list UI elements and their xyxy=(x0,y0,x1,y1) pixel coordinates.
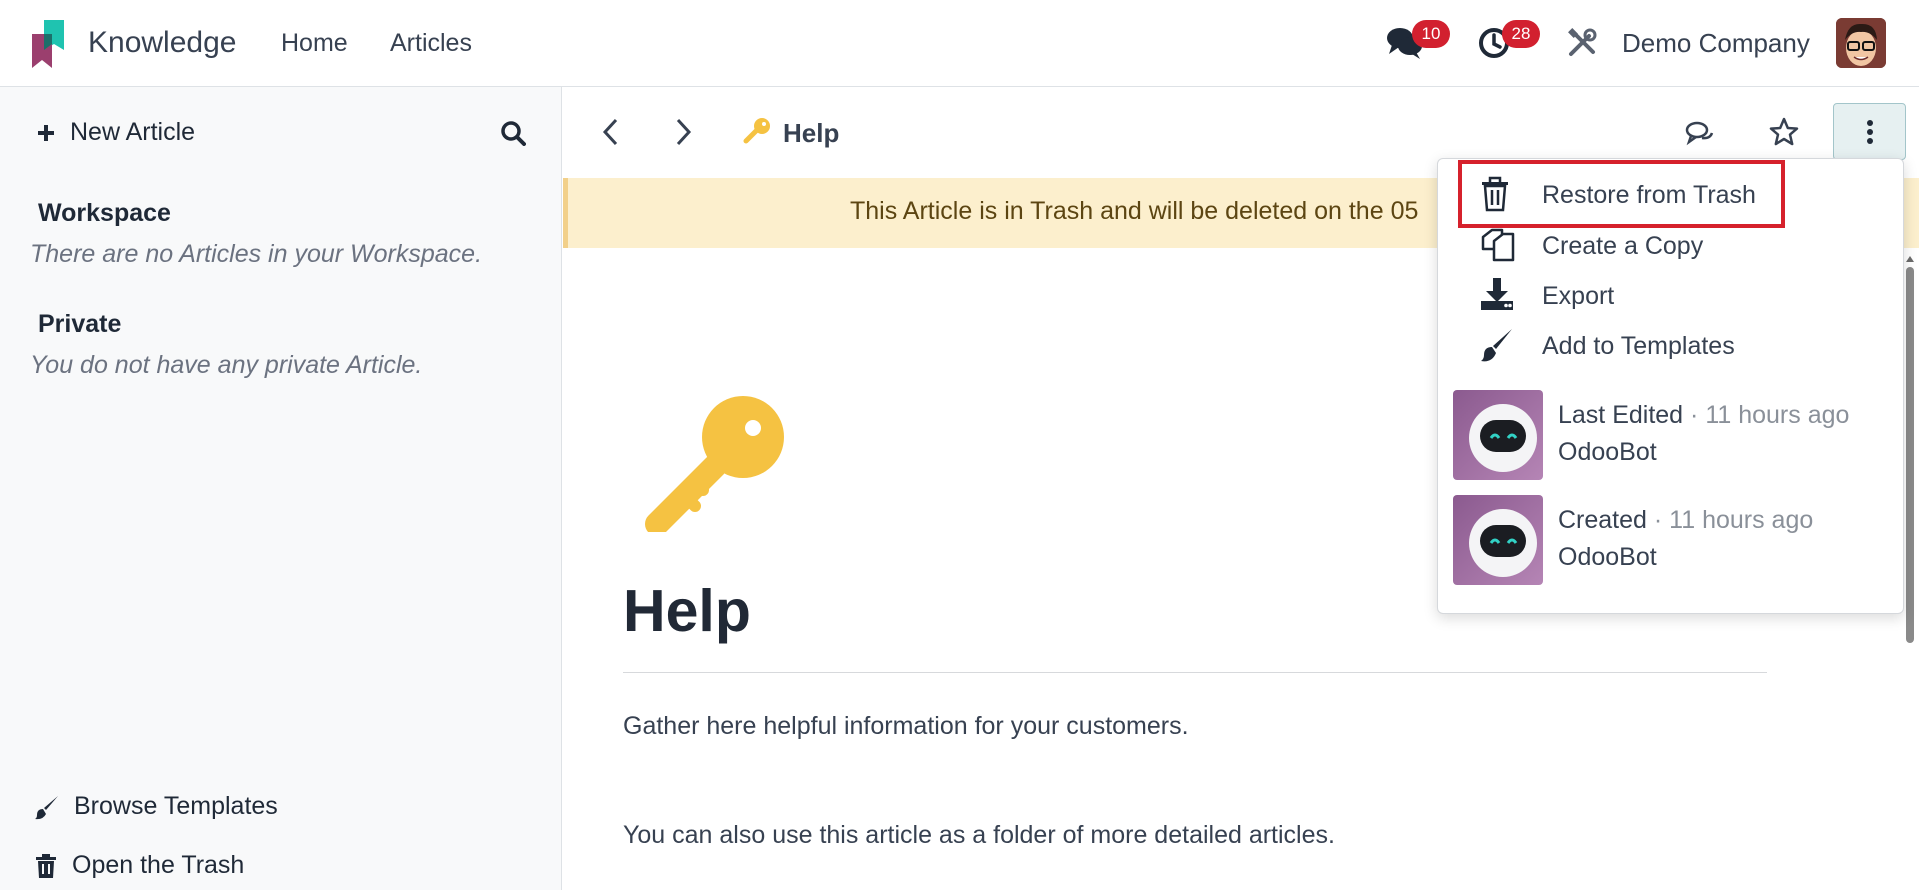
export-label: Export xyxy=(1542,282,1615,310)
new-article-label: New Article xyxy=(70,118,196,146)
create-copy-label: Create a Copy xyxy=(1542,232,1704,260)
chevron-left-icon xyxy=(602,118,618,146)
open-trash-button[interactable]: Open the Trash xyxy=(34,851,244,880)
favorite-button[interactable] xyxy=(1768,116,1800,148)
download-icon xyxy=(1481,278,1513,310)
forward-button[interactable] xyxy=(671,117,695,147)
copy-icon xyxy=(1481,228,1515,262)
article-divider xyxy=(623,672,1767,673)
browse-templates-label: Browse Templates xyxy=(74,792,278,820)
article-paragraph[interactable]: You can also use this article as a folde… xyxy=(623,821,1335,850)
last-edited-user: OdooBot xyxy=(1558,438,1657,466)
menu-articles[interactable]: Articles xyxy=(390,29,472,58)
last-edited-info: Last Edited · 11 hours ago OdooBot xyxy=(1453,390,1893,480)
app-name[interactable]: Knowledge xyxy=(88,26,236,60)
breadcrumb-key-icon xyxy=(743,117,771,145)
brush-icon xyxy=(1481,329,1512,362)
user-avatar[interactable] xyxy=(1836,18,1886,68)
company-switcher[interactable]: Demo Company xyxy=(1622,28,1810,59)
workspace-section-title: Workspace xyxy=(38,199,171,227)
browse-templates-button[interactable]: Browse Templates xyxy=(34,792,278,821)
article-key-icon[interactable] xyxy=(645,396,785,532)
private-empty-text: You do not have any private Article. xyxy=(30,351,423,379)
add-to-templates-label: Add to Templates xyxy=(1542,332,1735,360)
user-avatar-image xyxy=(1836,18,1886,68)
plus-icon xyxy=(38,124,54,141)
chatter-button[interactable] xyxy=(1685,120,1715,146)
private-section-title: Private xyxy=(38,310,122,338)
new-article-button[interactable]: New Article xyxy=(36,118,195,147)
odoobot-avatar xyxy=(1453,390,1543,480)
workspace-empty-text: There are no Articles in your Workspace. xyxy=(30,240,483,268)
brush-icon xyxy=(35,795,58,819)
tools-icon xyxy=(1568,28,1597,56)
star-icon xyxy=(1769,117,1799,146)
search-icon xyxy=(501,121,526,146)
breadcrumb-title[interactable]: Help xyxy=(783,118,839,149)
created-user: OdooBot xyxy=(1558,543,1657,571)
more-actions-dropdown: Restore from Trash Create a Copy Export … xyxy=(1437,158,1904,614)
last-edited-time: 11 hours ago xyxy=(1705,401,1850,429)
last-edited-label: Last Edited xyxy=(1558,401,1684,429)
add-to-templates-item[interactable]: Add to Templates xyxy=(1438,323,1905,369)
back-button[interactable] xyxy=(599,117,623,147)
messages-badge: 10 xyxy=(1412,20,1450,48)
open-trash-label: Open the Trash xyxy=(72,851,245,879)
tools-button[interactable] xyxy=(1567,28,1597,58)
chevron-right-icon xyxy=(676,118,692,146)
created-time: 11 hours ago xyxy=(1669,506,1814,534)
trash-alert-text: This Article is in Trash and will be del… xyxy=(850,197,1419,225)
created-label: Created xyxy=(1558,506,1647,534)
create-copy-item[interactable]: Create a Copy xyxy=(1438,223,1905,269)
comments-icon xyxy=(1685,121,1714,146)
created-info: Created · 11 hours ago OdooBot xyxy=(1453,495,1893,585)
scroll-up-arrow-icon[interactable] xyxy=(1906,255,1914,263)
vertical-ellipsis-icon xyxy=(1867,120,1873,144)
menu-home[interactable]: Home xyxy=(281,29,348,58)
article-paragraph[interactable]: Gather here helpful information for your… xyxy=(623,712,1189,741)
more-actions-button[interactable] xyxy=(1833,103,1906,160)
article-title[interactable]: Help xyxy=(623,577,751,645)
odoobot-avatar xyxy=(1453,495,1543,585)
restore-highlight-box xyxy=(1458,160,1785,228)
sidebar-search-button[interactable] xyxy=(500,120,526,146)
sidebar: New Article Workspace There are no Artic… xyxy=(0,87,562,890)
export-item[interactable]: Export xyxy=(1438,273,1905,319)
top-navbar: Knowledge Home Articles 10 28 Demo Compa… xyxy=(0,0,1919,87)
scrollbar-thumb[interactable] xyxy=(1906,267,1914,643)
trash-icon xyxy=(36,853,56,878)
knowledge-app-icon[interactable] xyxy=(30,20,66,68)
activities-badge: 28 xyxy=(1502,20,1540,48)
